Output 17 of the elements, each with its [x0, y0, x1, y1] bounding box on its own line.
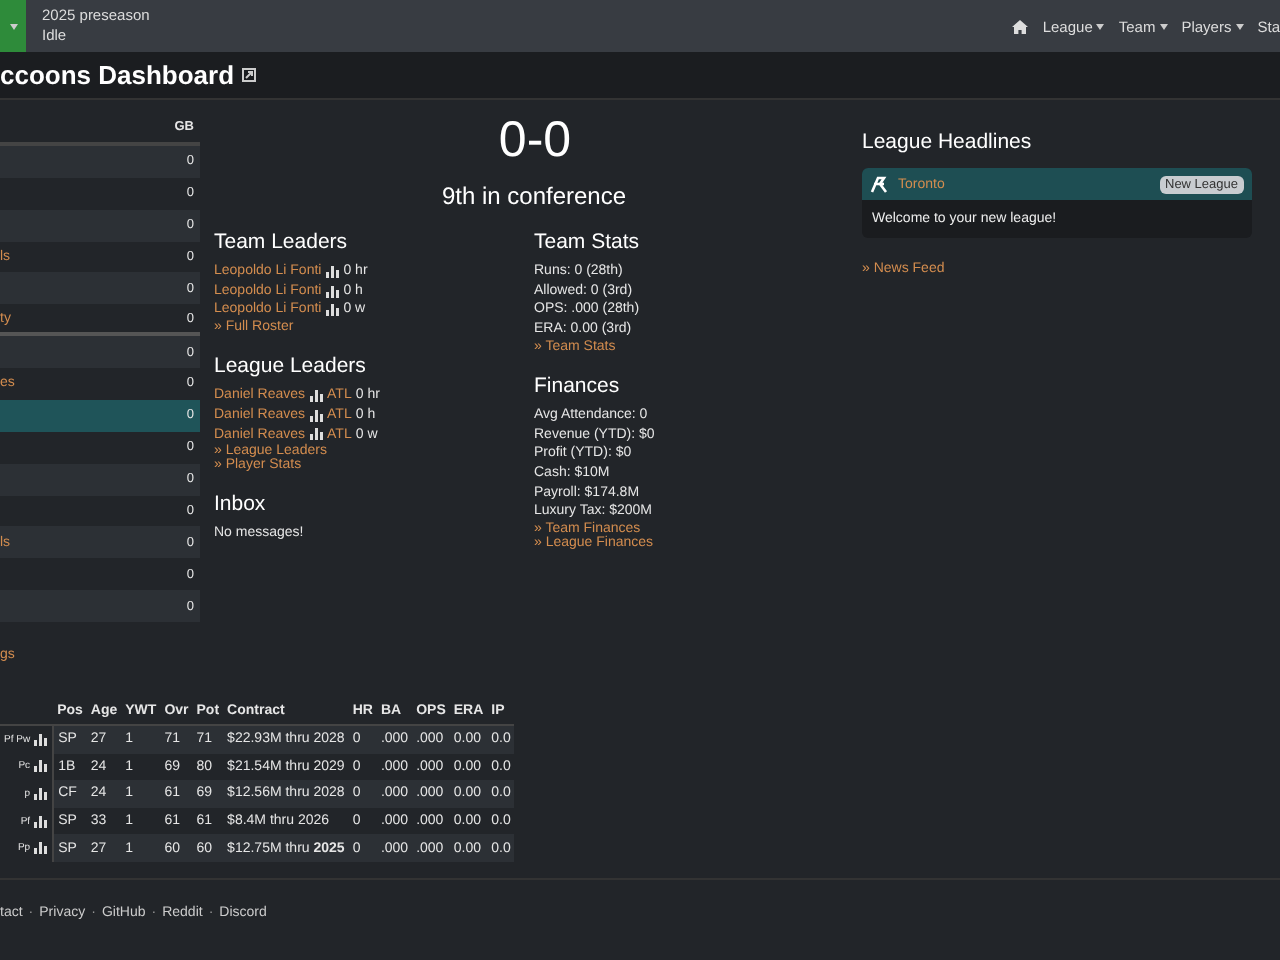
section-heading: Finances [534, 373, 622, 398]
conference-rank: 9th in conference [439, 182, 629, 210]
team-logo-icon [870, 175, 888, 193]
caret-icon [1235, 23, 1244, 29]
section-heading: League Headlines [862, 130, 1034, 154]
caret-icon [1159, 23, 1168, 29]
home-icon[interactable] [1012, 19, 1029, 33]
page-title: ccoons Dashboard [0, 60, 235, 90]
caret-icon [9, 23, 17, 29]
section-heading: Inbox [214, 492, 268, 517]
team-record: 0-0 [496, 112, 574, 170]
section-heading: League Leaders [214, 354, 368, 379]
section-heading: Team Stats [534, 230, 642, 254]
section-heading: Team Leaders [214, 230, 350, 254]
caret-icon [1096, 23, 1105, 29]
external-link-icon[interactable] [242, 68, 257, 82]
menu-toggle[interactable] [0, 0, 26, 52]
